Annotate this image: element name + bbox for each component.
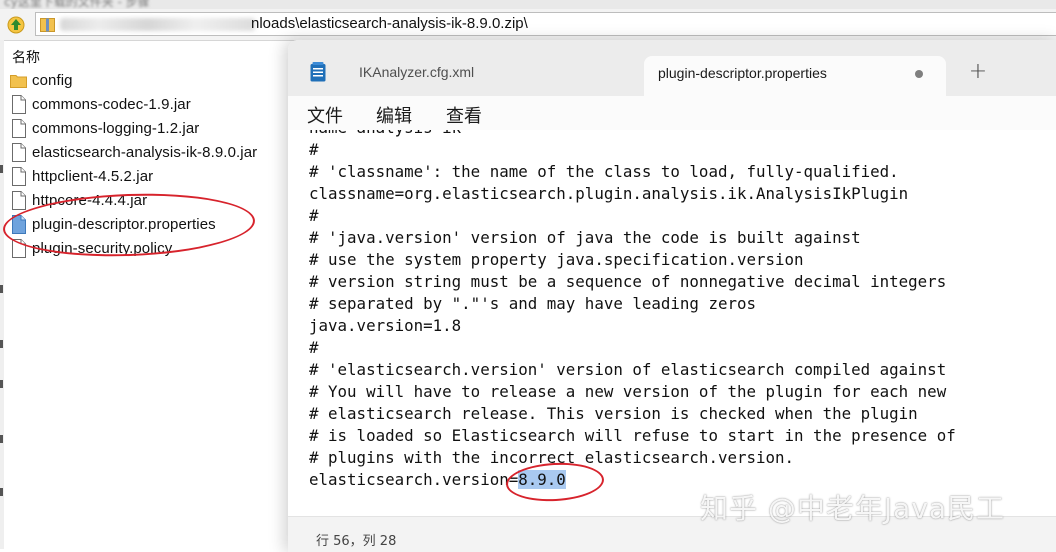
- file-name: httpclient-4.5.2.jar: [32, 167, 154, 185]
- tab-label: plugin-descriptor.properties: [658, 65, 827, 81]
- code-line: # 'classname': the name of the class to …: [309, 162, 899, 181]
- code-line: name=analysis-ik: [309, 130, 956, 139]
- address-toolbar: nloads\elasticsearch-analysis-ik-8.9.0.z…: [0, 9, 1056, 41]
- explorer-title-blurred: cy这里下载的文件夹 - 步骤: [4, 0, 150, 9]
- cursor-position: 行 56，列 28: [316, 534, 397, 549]
- code-line: #: [309, 206, 319, 225]
- text-editor[interactable]: name=analysis-ik## 'classname': the name…: [288, 130, 1056, 516]
- file-icon: [12, 238, 26, 258]
- menu-edit[interactable]: 编辑: [376, 102, 412, 128]
- menu-bar: 文件 编辑 查看: [288, 96, 1056, 130]
- tab-bar: IKAnalyzer.cfg.xml plugin-descriptor.pro…: [288, 40, 1056, 96]
- up-folder-button[interactable]: [6, 15, 26, 35]
- code-line: # version string must be a sequence of n…: [309, 272, 947, 291]
- file-item[interactable]: httpclient-4.5.2.jar: [10, 164, 300, 188]
- tab-plugin-descriptor[interactable]: plugin-descriptor.properties: [644, 56, 946, 96]
- code-line: java.version=1.8: [309, 316, 462, 335]
- file-item[interactable]: plugin-security.policy: [10, 236, 300, 260]
- file-item[interactable]: commons-codec-1.9.jar: [10, 92, 300, 116]
- file-list: config commons-codec-1.9.jar commons-loggi…: [10, 68, 300, 260]
- file-item[interactable]: httpcore-4.4.4.jar: [10, 188, 300, 212]
- version-key: elasticsearch.version=: [309, 470, 519, 489]
- code-line: # is loaded so Elasticsearch will refuse…: [309, 426, 956, 445]
- selected-version-value[interactable]: 8.9.0: [518, 470, 566, 489]
- file-name: commons-logging-1.2.jar: [32, 119, 200, 137]
- file-icon: [12, 94, 26, 114]
- code-line: #: [309, 338, 319, 357]
- navigation-pane-edge: [0, 40, 4, 549]
- code-line: # 'java.version' version of java the cod…: [309, 228, 861, 247]
- file-item[interactable]: commons-logging-1.2.jar: [10, 116, 300, 140]
- file-icon: [12, 190, 26, 210]
- file-icon: [12, 142, 26, 162]
- notepad-app-icon: [310, 62, 326, 82]
- code-line: # elasticsearch release. This version is…: [309, 404, 918, 423]
- folder-icon: [10, 74, 27, 88]
- properties-file-icon: [12, 214, 26, 234]
- code-line: # You will have to release a new version…: [309, 382, 947, 401]
- file-item[interactable]: elasticsearch-analysis-ik-8.9.0.jar: [10, 140, 300, 164]
- explorer-title-bar: cy这里下载的文件夹 - 步骤: [0, 0, 1056, 9]
- code-line: #: [309, 140, 319, 159]
- new-tab-button[interactable]: +: [966, 60, 990, 84]
- address-bar[interactable]: nloads\elasticsearch-analysis-ik-8.9.0.z…: [35, 12, 1056, 36]
- editor-content: name=analysis-ik## 'classname': the name…: [309, 130, 956, 491]
- file-item[interactable]: plugin-descriptor.properties: [10, 212, 300, 236]
- file-name: httpcore-4.4.4.jar: [32, 191, 148, 209]
- file-name: plugin-security.policy: [32, 239, 173, 257]
- code-line-version: elasticsearch.version=8.9.0: [309, 469, 956, 491]
- file-item[interactable]: config: [10, 68, 300, 92]
- tab-ikanalyzer[interactable]: IKAnalyzer.cfg.xml: [338, 60, 635, 88]
- address-blurred-prefix: [60, 18, 255, 31]
- tab-label: IKAnalyzer.cfg.xml: [359, 64, 475, 80]
- status-bar: 行 56，列 28: [288, 516, 1056, 552]
- code-line: # use the system property java.specifica…: [309, 250, 804, 269]
- file-name: config: [32, 71, 73, 89]
- code-line: # separated by "."'s and may have leadin…: [309, 294, 756, 313]
- notepad-window: IKAnalyzer.cfg.xml plugin-descriptor.pro…: [288, 40, 1056, 552]
- file-icon: [12, 166, 26, 186]
- zip-folder-icon: [40, 18, 55, 32]
- file-name: plugin-descriptor.properties: [32, 215, 216, 233]
- up-arrow-icon: [7, 16, 25, 34]
- code-line: # 'elasticsearch.version' version of ela…: [309, 360, 947, 379]
- address-path: nloads\elasticsearch-analysis-ik-8.9.0.z…: [251, 15, 528, 32]
- code-line: # plugins with the incorrect elasticsear…: [309, 448, 795, 467]
- menu-view[interactable]: 查看: [446, 102, 482, 128]
- code-line: classname=org.elasticsearch.plugin.analy…: [309, 184, 909, 203]
- file-icon: [12, 118, 26, 138]
- name-column-header[interactable]: 名称: [12, 47, 40, 67]
- file-name: commons-codec-1.9.jar: [32, 95, 191, 113]
- menu-file[interactable]: 文件: [307, 102, 343, 128]
- unsaved-dot-icon[interactable]: [915, 70, 923, 78]
- file-name: elasticsearch-analysis-ik-8.9.0.jar: [32, 143, 258, 161]
